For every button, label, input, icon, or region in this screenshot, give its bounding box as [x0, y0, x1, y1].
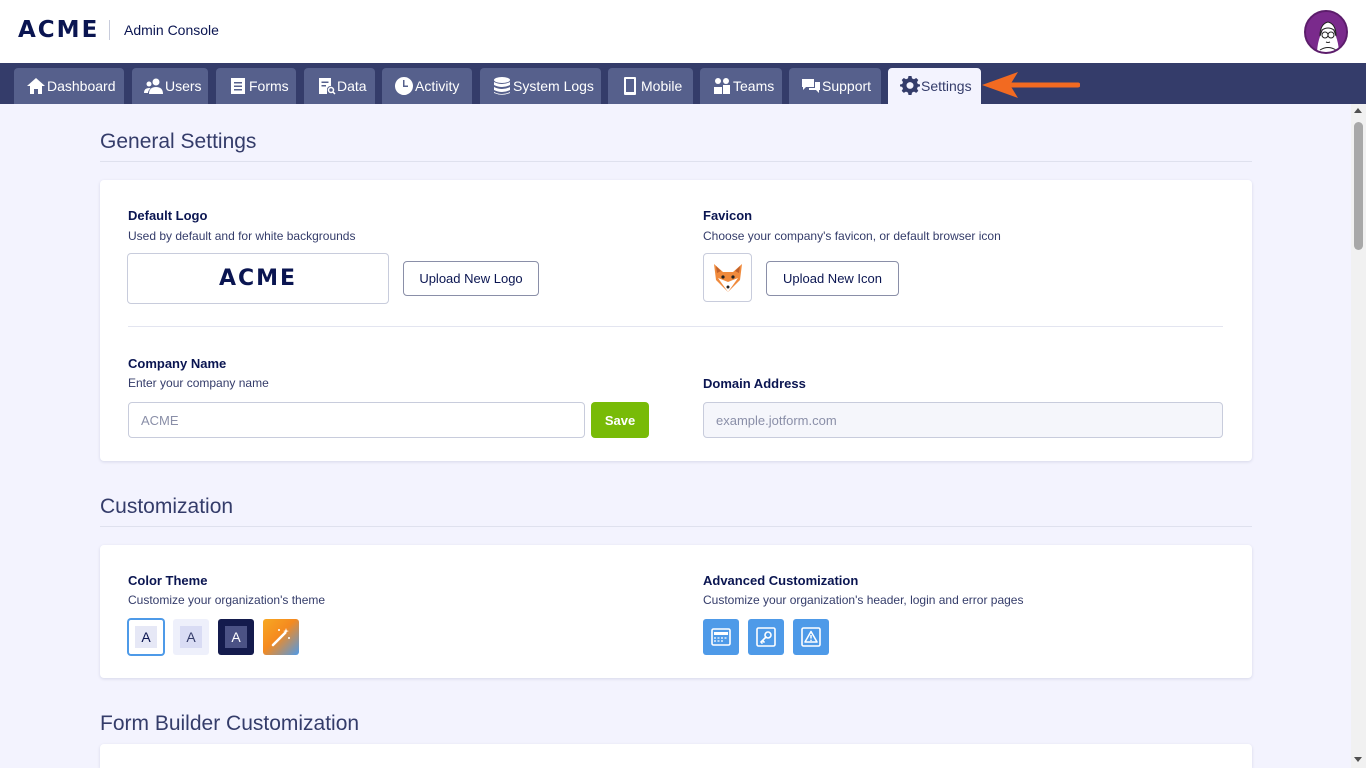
upload-new-icon-button[interactable]: Upload New Icon — [766, 261, 899, 296]
theme-swatch-dark[interactable]: A — [218, 619, 254, 655]
data-icon — [319, 78, 336, 95]
domain-address-placeholder: example.jotform.com — [716, 412, 837, 428]
card-divider — [128, 326, 1223, 327]
general-settings-card: Default Logo Used by default and for whi… — [100, 180, 1252, 461]
error-page-customization-button[interactable] — [793, 619, 829, 655]
tab-dashboard[interactable]: Dashboard — [14, 68, 124, 104]
theme-swatch-lavender-chip: A — [180, 626, 202, 648]
header-page-icon — [711, 628, 731, 646]
company-name-label: Company Name — [128, 356, 227, 371]
admin-console-title: Admin Console — [124, 22, 219, 38]
favicon-label: Favicon — [703, 208, 753, 223]
login-customization-button[interactable] — [748, 619, 784, 655]
color-theme-label: Color Theme — [128, 573, 208, 588]
warning-icon — [801, 627, 821, 647]
default-logo-label: Default Logo — [128, 208, 208, 223]
company-name-desc: Enter your company name — [128, 376, 269, 390]
home-icon — [27, 78, 45, 94]
forms-icon — [231, 78, 245, 94]
tab-teams[interactable]: Teams — [700, 68, 782, 104]
customization-title: Customization — [100, 495, 234, 518]
teams-icon — [714, 78, 730, 94]
annotation-arrow-icon — [982, 72, 1080, 98]
avatar[interactable] — [1304, 10, 1348, 54]
customization-card: Color Theme Customize your organization'… — [100, 545, 1252, 678]
tab-data-label: Data — [337, 78, 367, 94]
advanced-customization-desc: Customize your organization's header, lo… — [703, 593, 1024, 607]
general-settings-title: General Settings — [100, 130, 257, 153]
tab-support[interactable]: Support — [789, 68, 881, 104]
theme-swatch-dark-chip: A — [225, 626, 247, 648]
header-customization-button[interactable] — [703, 619, 739, 655]
section-divider — [100, 161, 1252, 162]
tab-activity[interactable]: Activity — [382, 68, 472, 104]
tab-dashboard-label: Dashboard — [47, 78, 116, 94]
company-name-input[interactable]: ACME — [128, 402, 585, 438]
section-divider — [100, 526, 1252, 527]
scroll-down-arrow-icon[interactable] — [1354, 757, 1362, 762]
support-icon — [802, 79, 820, 93]
form-builder-customization-title: Form Builder Customization — [100, 712, 360, 735]
form-builder-card — [100, 744, 1252, 768]
theme-swatch-lavender[interactable]: A — [173, 619, 209, 655]
brand-divider — [109, 20, 110, 40]
tab-forms[interactable]: Forms — [216, 68, 296, 104]
key-icon — [756, 627, 776, 647]
default-logo-preview-text: ACME — [218, 266, 298, 291]
tab-settings-label: Settings — [921, 78, 972, 94]
favicon-desc: Choose your company's favicon, or defaul… — [703, 229, 1001, 243]
save-button[interactable]: Save — [591, 402, 649, 438]
scrollbar-thumb[interactable] — [1354, 122, 1363, 250]
tab-users[interactable]: Users — [132, 68, 208, 104]
tab-support-label: Support — [822, 78, 872, 94]
tab-settings[interactable]: Settings — [888, 68, 981, 104]
tab-activity-label: Activity — [415, 78, 460, 94]
tab-teams-label: Teams — [733, 78, 775, 94]
mobile-icon — [624, 77, 636, 95]
database-icon — [494, 77, 510, 95]
tab-users-label: Users — [165, 78, 202, 94]
avatar-illustration-icon — [1306, 12, 1346, 52]
users-icon — [144, 78, 163, 94]
tab-system-logs[interactable]: System Logs — [480, 68, 601, 104]
fox-favicon-icon — [713, 263, 742, 292]
theme-swatch-light[interactable]: A — [128, 619, 164, 655]
gear-icon — [900, 76, 920, 95]
advanced-customization-label: Advanced Customization — [703, 573, 859, 588]
tab-mobile-label: Mobile — [641, 78, 683, 94]
color-theme-desc: Customize your organization's theme — [128, 593, 326, 607]
tab-system-logs-label: System Logs — [513, 78, 594, 94]
tab-forms-label: Forms — [249, 78, 289, 94]
scroll-up-arrow-icon[interactable] — [1354, 108, 1362, 113]
clock-icon — [394, 77, 413, 95]
company-name-value: ACME — [141, 412, 179, 428]
upload-new-logo-button[interactable]: Upload New Logo — [403, 261, 539, 296]
tab-data[interactable]: Data — [304, 68, 375, 104]
default-logo-preview[interactable]: ACME — [127, 253, 389, 304]
domain-address-input[interactable]: example.jotform.com — [703, 402, 1223, 438]
domain-address-label: Domain Address — [703, 376, 806, 391]
main-nav: Dashboard Users Forms Data Activity Syst… — [0, 63, 1366, 104]
magic-wand-icon — [271, 628, 290, 647]
default-logo-desc: Used by default and for white background… — [128, 229, 356, 243]
acme-logo[interactable]: ACME — [18, 17, 99, 43]
top-header: ACME Admin Console — [0, 0, 1366, 63]
tab-mobile[interactable]: Mobile — [608, 68, 693, 104]
favicon-preview[interactable] — [703, 253, 752, 302]
brand[interactable]: ACME Admin Console — [18, 17, 219, 43]
theme-swatch-custom[interactable] — [263, 619, 299, 655]
theme-swatch-light-chip: A — [135, 626, 157, 648]
